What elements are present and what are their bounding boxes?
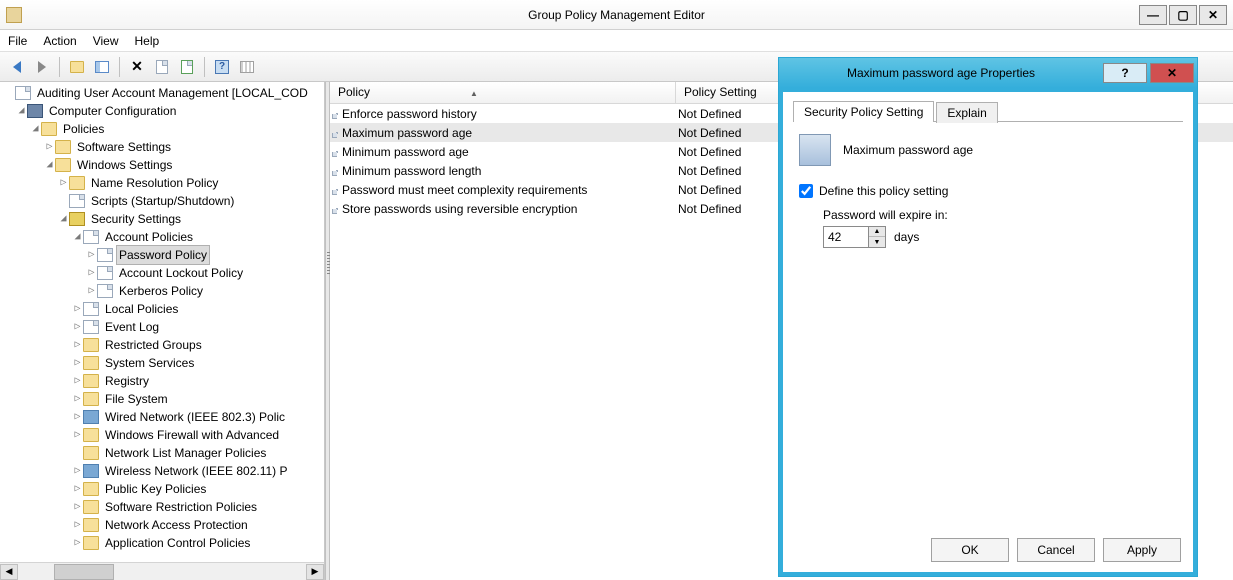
properties-button[interactable] [151,56,173,78]
tab-security-policy-setting[interactable]: Security Policy Setting [793,101,934,122]
tree-network-access-protection[interactable]: ▷Network Access Protection [4,516,324,534]
cancel-button[interactable]: Cancel [1017,538,1095,562]
tree-account-lockout-policy[interactable]: ▷Account Lockout Policy [4,264,324,282]
menubar: File Action View Help [0,30,1233,52]
policy-icon [336,189,338,191]
delete-button[interactable]: ✕ [126,56,148,78]
tree-kerberos-policy[interactable]: ▷Kerberos Policy [4,282,324,300]
tab-explain[interactable]: Explain [936,102,997,123]
column-policy[interactable]: Policy▲ [330,82,676,103]
tree-restricted-groups[interactable]: ▷Restricted Groups [4,336,324,354]
days-input[interactable] [824,227,868,247]
spin-down-button[interactable]: ▼ [869,237,885,247]
policy-name: Enforce password history [342,107,678,121]
tree-software-settings[interactable]: ▷Software Settings [4,138,324,156]
tree-root[interactable]: Auditing User Account Management [LOCAL_… [4,84,324,102]
apply-button[interactable]: Apply [1103,538,1181,562]
policy-name: Minimum password length [342,164,678,178]
scroll-right-button[interactable]: ▶ [306,564,324,580]
scroll-thumb[interactable] [54,564,114,580]
tree-windows-settings[interactable]: ◢Windows Settings [4,156,324,174]
tree-application-control[interactable]: ▷Application Control Policies [4,534,324,552]
tree-public-key-policies[interactable]: ▷Public Key Policies [4,480,324,498]
policy-name: Store passwords using reversible encrypt… [342,202,678,216]
days-spinner[interactable]: ▲ ▼ [823,226,886,248]
export-button[interactable] [176,56,198,78]
spin-up-button[interactable]: ▲ [869,227,885,237]
back-button[interactable] [6,56,28,78]
up-button[interactable] [66,56,88,78]
tree-windows-firewall[interactable]: ▷Windows Firewall with Advanced [4,426,324,444]
tree-security-settings[interactable]: ◢Security Settings [4,210,324,228]
dialog-heading: Maximum password age [843,143,973,157]
dialog-help-button[interactable]: ? [1103,63,1147,83]
tree-scripts[interactable]: Scripts (Startup/Shutdown) [4,192,324,210]
minimize-button[interactable]: — [1139,5,1167,25]
tree-password-policy[interactable]: ▷Password Policy [4,246,324,264]
tree-software-restriction[interactable]: ▷Software Restriction Policies [4,498,324,516]
tree-account-policies[interactable]: ◢Account Policies [4,228,324,246]
define-policy-checkbox[interactable] [799,184,813,198]
menu-action[interactable]: Action [43,34,76,48]
policy-icon [336,170,338,172]
separator [119,57,120,77]
window-titlebar: Group Policy Management Editor — ▢ ✕ [0,0,1233,30]
policy-icon [336,208,338,210]
tree-registry[interactable]: ▷Registry [4,372,324,390]
separator [59,57,60,77]
refresh-button[interactable] [236,56,258,78]
dialog-titlebar[interactable]: Maximum password age Properties ? ✕ [779,58,1197,88]
menu-file[interactable]: File [8,34,27,48]
tree-system-services[interactable]: ▷System Services [4,354,324,372]
tree-local-policies[interactable]: ▷Local Policies [4,300,324,318]
policy-icon [336,113,338,115]
expire-label: Password will expire in: [823,208,1183,222]
window-title: Group Policy Management Editor [528,8,705,22]
tree-policies[interactable]: ◢Policies [4,120,324,138]
dialog-tabs: Security Policy Setting Explain [793,100,1183,122]
tree-computer-config[interactable]: ◢Computer Configuration [4,102,324,120]
dialog-close-button[interactable]: ✕ [1150,63,1194,83]
policy-icon [799,134,831,166]
show-hide-tree-button[interactable] [91,56,113,78]
tree-network-list-manager[interactable]: Network List Manager Policies [4,444,324,462]
policy-icon [336,132,338,134]
app-icon [6,7,22,23]
define-policy-label: Define this policy setting [819,184,948,198]
tree-wired-network[interactable]: ▷Wired Network (IEEE 802.3) Polic [4,408,324,426]
tree-wireless-network[interactable]: ▷Wireless Network (IEEE 802.11) P [4,462,324,480]
scroll-left-button[interactable]: ◀ [0,564,18,580]
separator [204,57,205,77]
policy-icon [336,151,338,153]
close-button[interactable]: ✕ [1199,5,1227,25]
menu-view[interactable]: View [93,34,119,48]
policy-name: Maximum password age [342,126,678,140]
properties-dialog: Maximum password age Properties ? ✕ Secu… [778,57,1198,577]
tree-horizontal-scrollbar[interactable]: ◀ ▶ [0,562,324,580]
days-unit-label: days [894,230,919,244]
tree-pane: Auditing User Account Management [LOCAL_… [0,82,325,580]
policy-name: Password must meet complexity requiremen… [342,183,678,197]
help-button[interactable]: ? [211,56,233,78]
tree-file-system[interactable]: ▷File System [4,390,324,408]
forward-button[interactable] [31,56,53,78]
ok-button[interactable]: OK [931,538,1009,562]
tree-name-resolution-policy[interactable]: ▷Name Resolution Policy [4,174,324,192]
policy-name: Minimum password age [342,145,678,159]
dialog-title: Maximum password age Properties [779,66,1103,80]
maximize-button[interactable]: ▢ [1169,5,1197,25]
menu-help[interactable]: Help [135,34,160,48]
tree-event-log[interactable]: ▷Event Log [4,318,324,336]
